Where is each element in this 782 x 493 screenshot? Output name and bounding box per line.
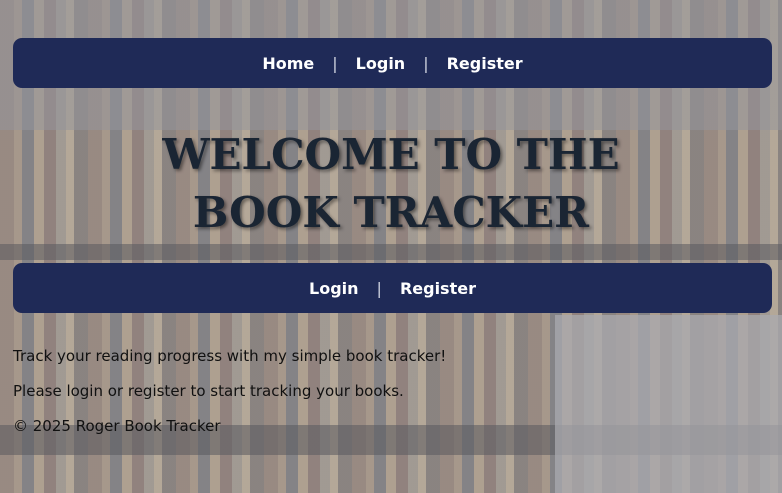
intro-text: Track your reading progress with my simp… <box>13 347 447 365</box>
instruction-text: Please login or register to start tracki… <box>13 382 404 400</box>
nav-register-link[interactable]: Register <box>447 54 523 73</box>
nav-separator: | <box>332 53 338 73</box>
footer-copyright: © 2025 Roger Book Tracker <box>13 417 221 435</box>
page-title: WELCOME TO THE BOOK TRACKER <box>162 130 620 237</box>
top-navigation: Home | Login | Register <box>13 38 772 88</box>
background-wall <box>555 315 782 493</box>
auth-navigation: Login | Register <box>13 263 772 313</box>
nav-separator: | <box>423 53 429 73</box>
nav-separator: | <box>376 278 382 298</box>
auth-register-link[interactable]: Register <box>400 279 476 298</box>
auth-login-link[interactable]: Login <box>309 279 359 298</box>
shelf-board <box>0 244 782 260</box>
nav-login-link[interactable]: Login <box>356 54 406 73</box>
nav-home-link[interactable]: Home <box>262 54 314 73</box>
